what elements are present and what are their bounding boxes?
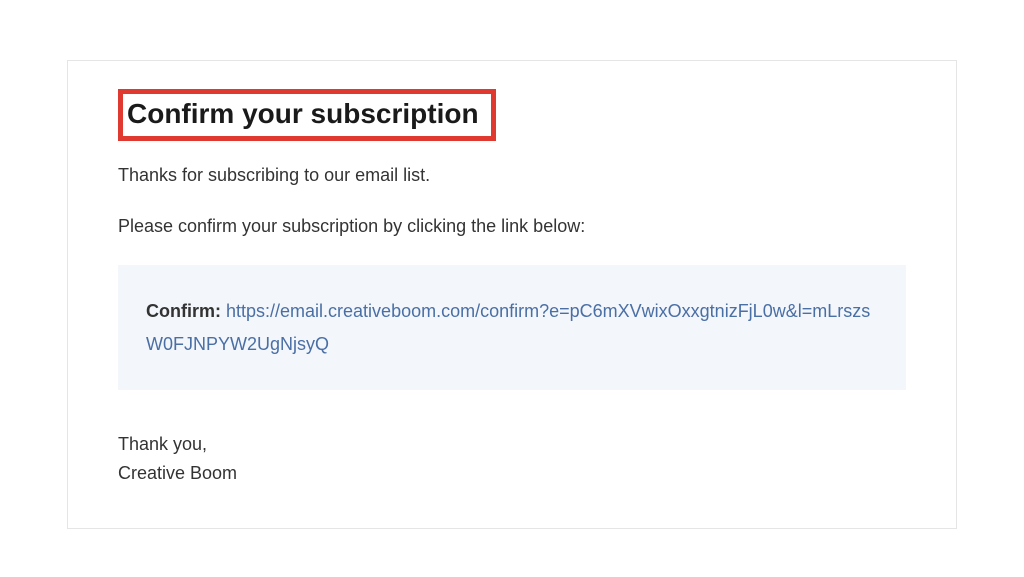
confirm-link-label: Confirm: <box>146 301 226 321</box>
instruction-text: Please confirm your subscription by clic… <box>118 214 906 239</box>
email-heading: Confirm your subscription <box>127 98 479 130</box>
email-card: Confirm your subscription Thanks for sub… <box>67 60 957 529</box>
heading-highlight-box: Confirm your subscription <box>118 89 496 141</box>
signoff: Thank you, Creative Boom <box>118 430 906 488</box>
sender-name: Creative Boom <box>118 459 906 488</box>
thanks-text: Thank you, <box>118 430 906 459</box>
intro-text: Thanks for subscribing to our email list… <box>118 163 906 188</box>
confirm-link-line: Confirm: https://email.creativeboom.com/… <box>146 295 878 360</box>
confirm-link-box: Confirm: https://email.creativeboom.com/… <box>118 265 906 390</box>
confirm-link[interactable]: https://email.creativeboom.com/confirm?e… <box>146 301 870 353</box>
